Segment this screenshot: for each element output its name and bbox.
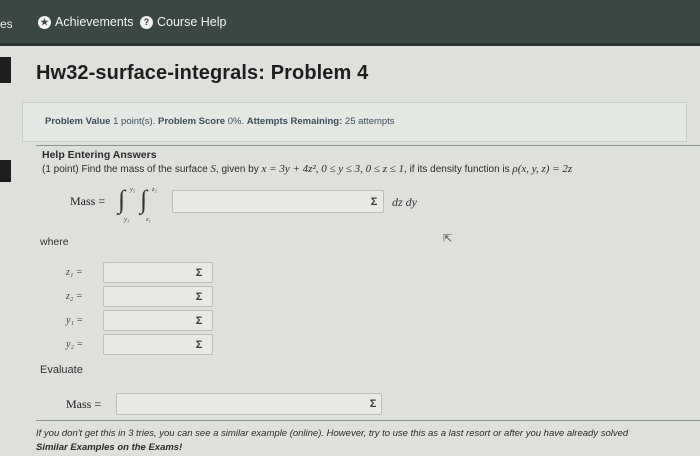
left-edge-marker bbox=[0, 57, 11, 83]
help-entering-answers-link[interactable]: Help Entering Answers bbox=[42, 149, 157, 161]
nav-course-help-label: Course Help bbox=[157, 15, 227, 29]
final-mass-label: Mass = bbox=[66, 397, 102, 411]
nav-bottom-border bbox=[0, 43, 700, 46]
z2-label: z₂ = bbox=[66, 291, 83, 302]
problem-text-post: , if its density function is bbox=[404, 164, 510, 175]
inner-upper-limit: z₂ bbox=[152, 186, 157, 193]
where-label: where bbox=[40, 236, 69, 248]
sigma-icon[interactable]: Σ bbox=[368, 196, 380, 208]
problem-info-box: Problem Value 1 point(s). Problem Score … bbox=[22, 102, 687, 142]
mass-integral-label: Mass = bbox=[70, 194, 106, 208]
surface-equation: x = 3y + 4z², 0 ≤ y ≤ 3, 0 ≤ z ≤ 1 bbox=[261, 163, 405, 175]
sigma-icon[interactable]: Σ bbox=[193, 291, 205, 303]
problem-text-mid: , given by bbox=[215, 164, 259, 175]
hint-text: If you don't get this in 3 tries, you ca… bbox=[36, 428, 629, 439]
y1-label: y₁ = bbox=[66, 315, 84, 326]
density-function: ρ(x, y, z) = 2z bbox=[512, 163, 573, 175]
integral-differentials: dz dy bbox=[392, 195, 417, 209]
outer-integral-sign: ∫ bbox=[118, 185, 126, 214]
problem-score: 0%. bbox=[227, 116, 245, 127]
sigma-icon[interactable]: Σ bbox=[193, 267, 205, 279]
problem-score-label: Problem Score bbox=[158, 116, 226, 127]
left-edge-marker bbox=[0, 160, 11, 182]
sigma-icon[interactable]: Σ bbox=[193, 339, 205, 351]
star-icon: ★ bbox=[38, 15, 51, 29]
sigma-icon[interactable]: Σ bbox=[367, 398, 379, 410]
inner-lower-limit: z₁ bbox=[146, 216, 151, 223]
problem-info-line: Problem Value 1 point(s). Problem Score … bbox=[45, 116, 395, 127]
page-title: Hw32-surface-integrals: Problem 4 bbox=[36, 62, 369, 84]
integrand-input[interactable] bbox=[172, 190, 384, 213]
inner-integral-sign: ∫ bbox=[140, 185, 148, 214]
hint-bold-text: Similar Examples on the Exams! bbox=[36, 442, 183, 453]
nav-achievements[interactable]: ★ Achievements bbox=[38, 15, 134, 29]
nav-course-help[interactable]: ? Course Help bbox=[140, 15, 226, 29]
question-icon: ? bbox=[140, 15, 153, 29]
outer-lower-limit: y₁ bbox=[124, 216, 130, 223]
problem-value: 1 point(s). bbox=[113, 116, 156, 127]
divider bbox=[36, 420, 700, 421]
top-nav-bar: es ★ Achievements ? Course Help bbox=[0, 0, 700, 46]
y2-label: y₂ = bbox=[66, 339, 84, 350]
problem-value-label: Problem Value bbox=[45, 116, 111, 127]
problem-statement: (1 point) Find the mass of the surface S… bbox=[42, 163, 572, 175]
evaluate-label: Evaluate bbox=[40, 364, 83, 376]
nav-achievements-label: Achievements bbox=[55, 15, 134, 29]
attempts-label: Attempts Remaining: bbox=[246, 116, 343, 127]
sigma-icon[interactable]: Σ bbox=[193, 315, 205, 327]
outer-upper-limit: y₂ bbox=[130, 186, 136, 193]
mass-input[interactable] bbox=[116, 393, 382, 415]
problem-text-pre: (1 point) Find the mass of the surface bbox=[42, 164, 208, 175]
divider bbox=[36, 145, 700, 146]
z1-label: z₁ = bbox=[66, 267, 83, 278]
attempts-remaining: 25 attempts bbox=[344, 116, 395, 127]
mouse-pointer-icon: ⇱ bbox=[443, 233, 453, 245]
nav-tab-cut[interactable]: es bbox=[0, 17, 13, 31]
